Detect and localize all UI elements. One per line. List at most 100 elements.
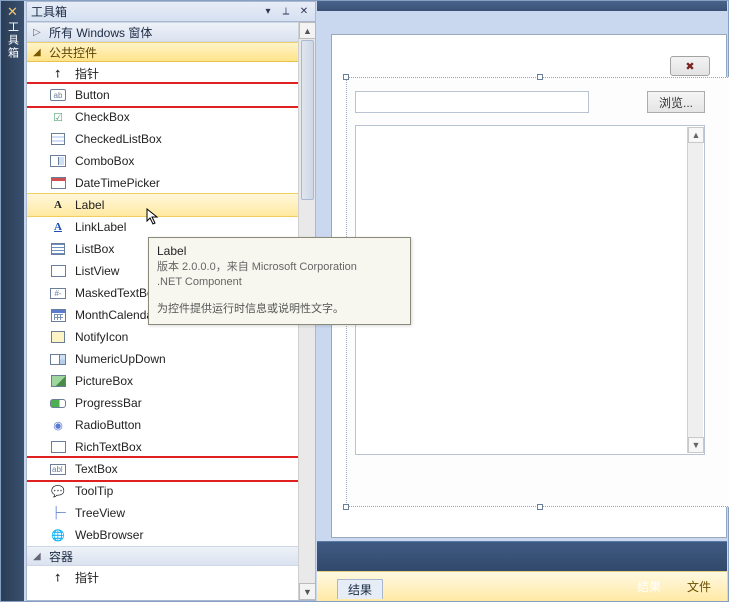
tooltip-version: 版本 2.0.0.0，来自 Microsoft Corporation bbox=[157, 260, 402, 275]
tool-item-label: 指针 bbox=[75, 569, 99, 586]
tab-results-label: 结果 bbox=[637, 578, 661, 595]
group-all-windows-forms[interactable]: ▷ 所有 Windows 窗体 bbox=[27, 22, 298, 42]
tool-item-label: NotifyIcon bbox=[75, 330, 128, 344]
toolbox-titlebar[interactable]: 工具箱 ▾ ⟂ ✕ bbox=[27, 2, 315, 22]
tool-item-label: MaskedTextBox bbox=[75, 286, 160, 300]
treeview-icon: ├─ bbox=[49, 505, 67, 521]
app-titlebar bbox=[317, 1, 727, 11]
tooltip-icon: 💬 bbox=[49, 483, 67, 499]
checkedlistbox-icon bbox=[49, 131, 67, 147]
tool-item-label: DateTimePicker bbox=[75, 176, 160, 190]
bottom-strip-dark bbox=[317, 541, 727, 571]
monthcalendar-icon bbox=[49, 307, 67, 323]
tool-item-label: Label bbox=[75, 198, 104, 212]
tool-item-treeview[interactable]: ├─ TreeView bbox=[27, 502, 298, 524]
scroll-thumb[interactable] bbox=[301, 40, 314, 200]
tool-item-button[interactable]: ab Button bbox=[27, 84, 298, 106]
group-containers[interactable]: ◢ 容器 bbox=[27, 546, 298, 566]
tool-item-progressbar[interactable]: ProgressBar bbox=[27, 392, 298, 414]
pointer-icon bbox=[49, 569, 67, 585]
chevron-right-icon: ▷ bbox=[33, 27, 45, 38]
tool-item-label: RichTextBox bbox=[75, 440, 142, 454]
tool-item-tooltip[interactable]: 💬 ToolTip bbox=[27, 480, 298, 502]
tool-item-label: ProgressBar bbox=[75, 396, 142, 410]
tab-results-text: 结果 bbox=[348, 581, 372, 598]
picturebox-icon bbox=[49, 373, 67, 389]
datetimepicker-icon bbox=[49, 175, 67, 191]
textbox-icon: abl bbox=[49, 461, 67, 477]
tool-item-numericupdown[interactable]: NumericUpDown bbox=[27, 348, 298, 370]
tool-item-notifyicon[interactable]: NotifyIcon bbox=[27, 326, 298, 348]
tab-results[interactable]: 结果 bbox=[337, 579, 383, 599]
linklabel-icon: A bbox=[49, 219, 67, 235]
checkbox-icon bbox=[49, 109, 67, 125]
listbox-icon bbox=[49, 241, 67, 257]
tool-item-label: LinkLabel bbox=[75, 220, 126, 234]
webbrowser-icon: 🌐 bbox=[49, 527, 67, 543]
combobox-icon bbox=[49, 153, 67, 169]
tooltip-popup: Label 版本 2.0.0.0，来自 Microsoft Corporatio… bbox=[148, 237, 411, 325]
group-label: 所有 Windows 窗体 bbox=[49, 24, 152, 41]
richtextbox-icon bbox=[49, 439, 67, 455]
browse-button[interactable]: 浏览... bbox=[647, 91, 705, 113]
tool-item-textbox[interactable]: abl TextBox bbox=[27, 458, 298, 480]
tool-item-label: ToolTip bbox=[75, 484, 113, 498]
dock-tab-label: 工具箱 bbox=[5, 21, 21, 60]
tool-item-label: TextBox bbox=[75, 462, 118, 476]
chevron-down-icon: ◢ bbox=[33, 551, 45, 562]
tool-item-label: ListView bbox=[75, 264, 119, 278]
tool-item-label: RadioButton bbox=[75, 418, 141, 432]
group-common-controls[interactable]: ◢ 公共控件 bbox=[27, 42, 298, 62]
tool-item-label: CheckBox bbox=[75, 110, 130, 124]
tool-item-label: CheckedListBox bbox=[75, 132, 162, 146]
panel-menu-icon[interactable]: ▾ bbox=[261, 5, 275, 19]
output-scrollbar[interactable]: ▲ ▼ bbox=[687, 127, 703, 453]
toolbox-title-text: 工具箱 bbox=[31, 3, 257, 20]
tool-item-label[interactable]: A Label bbox=[27, 194, 298, 216]
scroll-down-icon[interactable]: ▼ bbox=[688, 437, 704, 453]
tooltip-description: 为控件提供运行时信息或说明性文字。 bbox=[157, 300, 402, 316]
maskedtextbox-icon: #- bbox=[49, 285, 67, 301]
resize-handle[interactable] bbox=[343, 74, 349, 80]
tool-item-datetimepicker[interactable]: DateTimePicker bbox=[27, 172, 298, 194]
tool-item-combobox[interactable]: ComboBox bbox=[27, 150, 298, 172]
toolbox-icon: ✕ bbox=[1, 5, 24, 19]
resize-handle[interactable] bbox=[537, 74, 543, 80]
tool-item-label: Button bbox=[75, 88, 110, 102]
scroll-up-icon[interactable]: ▲ bbox=[299, 22, 315, 39]
tooltip-component: .NET Component bbox=[157, 275, 402, 290]
label-icon: A bbox=[49, 197, 67, 213]
resize-handle[interactable] bbox=[343, 504, 349, 510]
tool-item-picturebox[interactable]: PictureBox bbox=[27, 370, 298, 392]
tool-item-label: 指针 bbox=[75, 65, 99, 82]
tool-item-pointer[interactable]: 指针 bbox=[27, 566, 298, 588]
tool-item-richtextbox[interactable]: RichTextBox bbox=[27, 436, 298, 458]
tool-item-checkbox[interactable]: CheckBox bbox=[27, 106, 298, 128]
tool-item-label: ComboBox bbox=[75, 154, 134, 168]
tab-files[interactable]: 文件 bbox=[687, 578, 711, 595]
dock-tab-toolbox[interactable]: ✕ 工具箱 bbox=[1, 1, 24, 601]
tool-item-checkedlistbox[interactable]: CheckedListBox bbox=[27, 128, 298, 150]
tool-item-linklabel[interactable]: A LinkLabel bbox=[27, 216, 298, 238]
tool-item-radiobutton[interactable]: RadioButton bbox=[27, 414, 298, 436]
browse-button-label: 浏览... bbox=[659, 94, 693, 111]
form-close-button[interactable] bbox=[670, 56, 710, 76]
tool-item-label: ListBox bbox=[75, 242, 114, 256]
tooltip-title: Label bbox=[157, 244, 402, 258]
panel-close-icon[interactable]: ✕ bbox=[297, 5, 311, 19]
group-label: 公共控件 bbox=[49, 44, 97, 61]
tool-item-pointer[interactable]: 指针 bbox=[27, 62, 298, 84]
tool-item-webbrowser[interactable]: 🌐 WebBrowser bbox=[27, 524, 298, 546]
panel-pin-icon[interactable]: ⟂ bbox=[279, 5, 293, 19]
path-textbox[interactable] bbox=[355, 91, 589, 113]
pointer-icon bbox=[49, 65, 67, 81]
tool-item-label: PictureBox bbox=[75, 374, 133, 388]
tool-item-label: NumericUpDown bbox=[75, 352, 166, 366]
progressbar-icon bbox=[49, 395, 67, 411]
listview-icon bbox=[49, 263, 67, 279]
radiobutton-icon bbox=[49, 417, 67, 433]
notifyicon-icon bbox=[49, 329, 67, 345]
scroll-down-icon[interactable]: ▼ bbox=[299, 583, 315, 600]
scroll-up-icon[interactable]: ▲ bbox=[688, 127, 704, 143]
resize-handle[interactable] bbox=[537, 504, 543, 510]
